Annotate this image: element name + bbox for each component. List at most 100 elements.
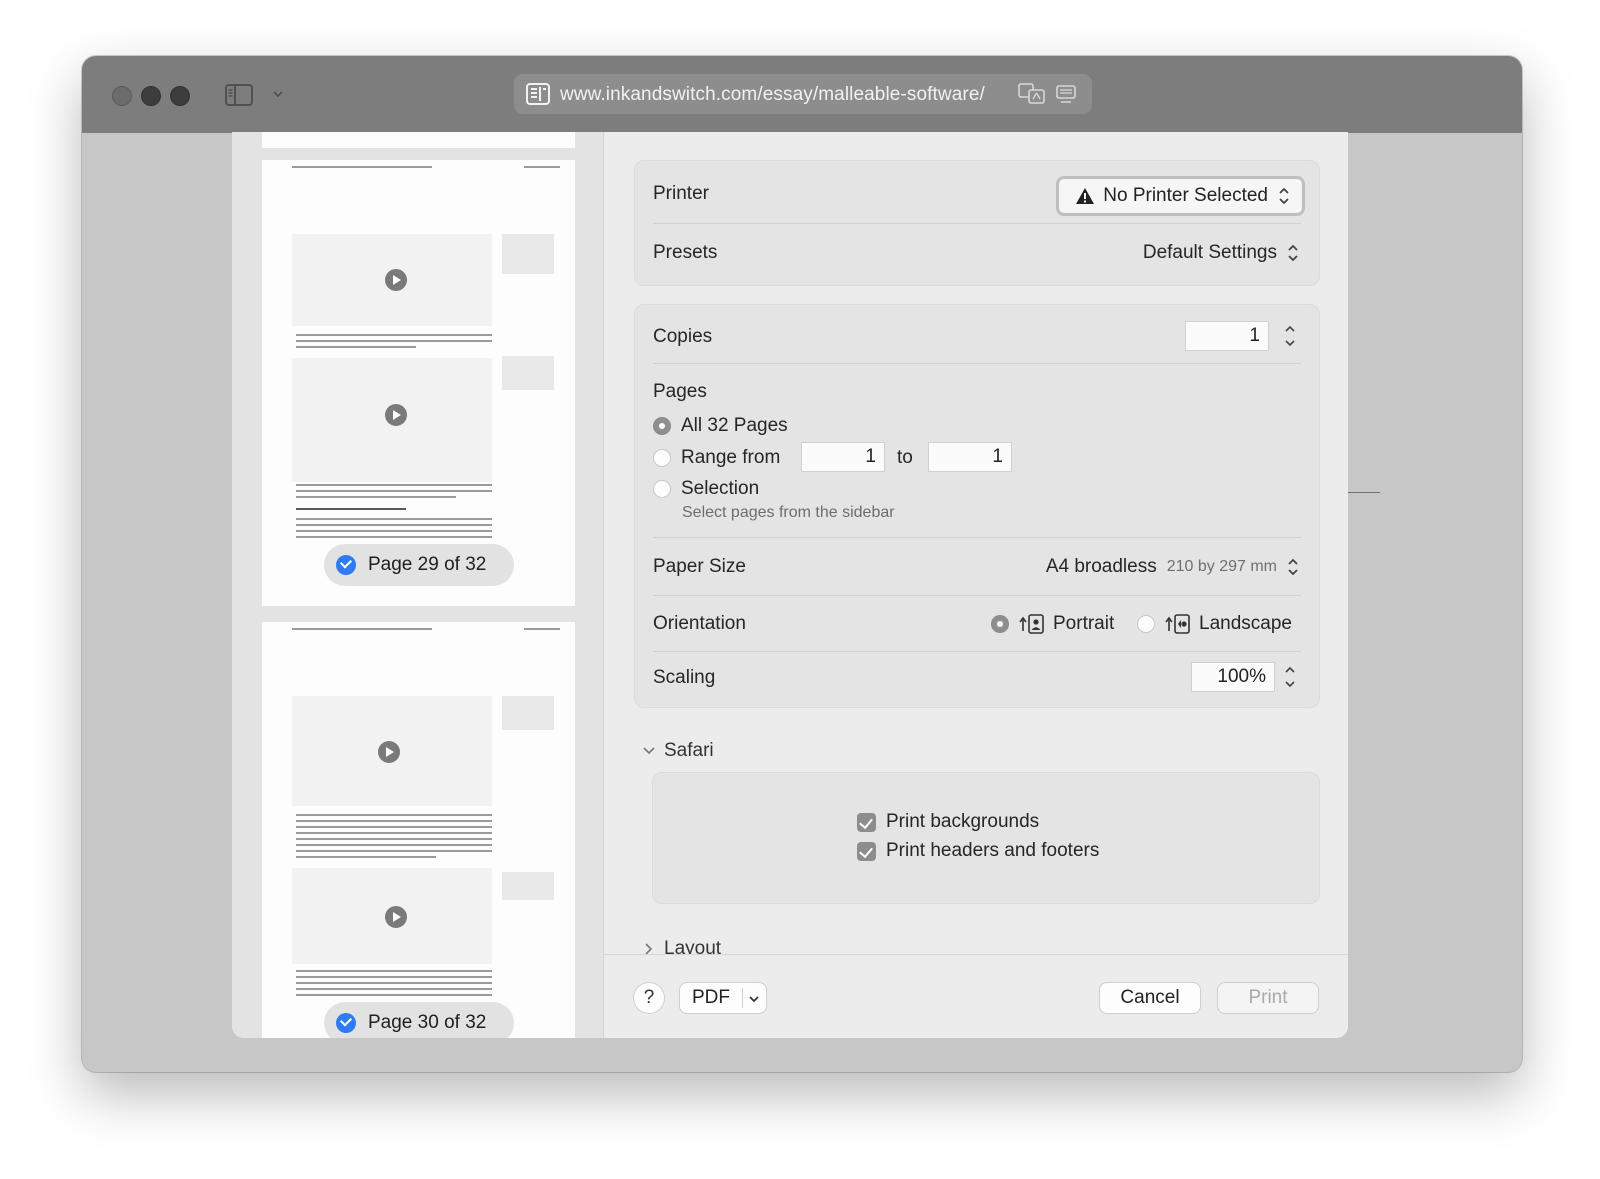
scaling-stepper[interactable]: [1281, 663, 1299, 691]
copies-label: Copies: [653, 326, 713, 347]
layout-section-header[interactable]: Layout: [642, 938, 721, 954]
title-bar: www.inkandswitch.com/essay/malleable-sof…: [82, 56, 1522, 133]
page-30-label[interactable]: Page 30 of 32: [324, 1002, 515, 1038]
warning-icon: [1076, 188, 1095, 204]
radio-range[interactable]: [653, 449, 671, 467]
thumb-text-line: [296, 976, 492, 978]
print-dialog: Page 29 of 32 Page 30 of 32 Printer No P…: [232, 132, 1348, 1038]
copies-stepper[interactable]: [1281, 322, 1299, 350]
thumb-text-line: [296, 982, 492, 984]
scaling-label: Scaling: [653, 667, 716, 688]
minimize-window-button[interactable]: [141, 86, 161, 106]
thumb-text-line: [296, 988, 492, 990]
divider: [653, 537, 1301, 538]
thumb-margin-note: [502, 356, 554, 390]
divider: [653, 363, 1301, 364]
updown-chevron-icon: [1288, 244, 1298, 262]
paper-size-dims: 210 by 297 mm: [1166, 558, 1277, 575]
thumb-text-line: [296, 838, 492, 840]
print-button[interactable]: Print: [1218, 983, 1318, 1013]
sidebar-toggle-icon[interactable]: [225, 84, 253, 106]
close-window-button[interactable]: [112, 86, 132, 106]
pdf-menu-button[interactable]: PDF: [680, 983, 766, 1013]
chevron-right-icon: [645, 943, 653, 954]
thumb-text-line: [296, 820, 492, 822]
chevron-down-icon: [749, 996, 759, 1003]
play-icon: [385, 404, 407, 426]
thumb-text-line: [296, 334, 492, 336]
thumb-header-line: [524, 628, 560, 630]
print-headers-footers-checkbox[interactable]: [857, 841, 876, 861]
updown-chevron-icon: [1288, 558, 1298, 576]
thumb-text-line: [296, 346, 416, 348]
divider: [653, 595, 1301, 596]
print-backgrounds-checkbox[interactable]: [857, 812, 876, 832]
thumb-margin-note: [502, 234, 554, 274]
print-headers-footers-option[interactable]: Print headers and footers: [857, 840, 1099, 862]
paper-size-popup[interactable]: A4 broadless 210 by 297 mm: [1046, 556, 1299, 578]
page-options-group: Copies 1 Pages All 32 Pages Range from 1: [634, 304, 1320, 708]
pages-range-option[interactable]: Range from: [653, 447, 780, 469]
page-thumbnail-29[interactable]: Page 29 of 32: [262, 160, 575, 606]
device-icon[interactable]: [1056, 84, 1076, 104]
checkmark-icon: [336, 1013, 356, 1033]
play-icon: [385, 906, 407, 928]
pages-label: Pages: [653, 381, 707, 402]
page-thumbnail-partial: [262, 132, 575, 148]
radio-selection[interactable]: [653, 480, 671, 498]
thumb-text-line: [296, 536, 492, 538]
portrait-icon: [1019, 614, 1044, 634]
range-from-field[interactable]: 1: [801, 442, 885, 472]
help-button[interactable]: ?: [634, 983, 664, 1013]
updown-chevron-icon: [1279, 187, 1289, 205]
thumb-text-line: [296, 850, 492, 852]
orientation-landscape-option[interactable]: Landscape: [1137, 613, 1292, 635]
pages-all-option[interactable]: All 32 Pages: [653, 415, 788, 437]
thumb-text-line: [296, 518, 492, 520]
printer-popup[interactable]: No Printer Selected: [1056, 176, 1305, 216]
print-settings-panel: Printer No Printer Selected Presets Defa…: [604, 132, 1348, 954]
print-backgrounds-option[interactable]: Print backgrounds: [857, 811, 1039, 833]
thumb-margin-note: [502, 696, 554, 730]
printer-label: Printer: [653, 183, 709, 204]
safari-section-header[interactable]: Safari: [642, 740, 714, 762]
pages-selection-option[interactable]: Selection: [653, 478, 759, 500]
page-29-label[interactable]: Page 29 of 32: [324, 544, 515, 586]
play-icon: [378, 741, 400, 763]
orientation-label: Orientation: [653, 613, 746, 634]
copies-field[interactable]: 1: [1185, 321, 1269, 351]
selection-hint: Select pages from the sidebar: [682, 504, 895, 521]
thumb-text-line: [296, 826, 492, 828]
address-bar[interactable]: www.inkandswitch.com/essay/malleable-sof…: [514, 74, 1092, 114]
chevron-down-icon[interactable]: [272, 88, 284, 100]
range-to-field[interactable]: 1: [928, 442, 1012, 472]
page-thumbnail-30[interactable]: Page 30 of 32: [262, 622, 575, 1038]
cancel-button[interactable]: Cancel: [1100, 983, 1200, 1013]
page-rule: [1344, 492, 1380, 493]
thumb-heading-line: [296, 508, 406, 510]
dialog-footer: ? PDF Cancel Print: [604, 954, 1348, 1038]
zoom-window-button[interactable]: [170, 86, 190, 106]
orientation-portrait-option[interactable]: Portrait: [991, 613, 1114, 635]
pdf-separator: [742, 988, 743, 1008]
radio-portrait[interactable]: [991, 615, 1009, 633]
thumb-text-line: [296, 490, 492, 492]
thumb-text-line: [296, 994, 492, 996]
url-text: www.inkandswitch.com/essay/malleable-sof…: [560, 84, 985, 105]
checkmark-icon: [336, 555, 356, 575]
scaling-field[interactable]: 100%: [1191, 662, 1275, 692]
printer-group: Printer No Printer Selected Presets Defa…: [634, 160, 1320, 286]
radio-all-pages[interactable]: [653, 417, 671, 435]
safari-options-group: Print backgrounds Print headers and foot…: [652, 772, 1320, 904]
play-icon: [385, 269, 407, 291]
page-thumbnail-sidebar[interactable]: Page 29 of 32 Page 30 of 32: [232, 132, 604, 1038]
translate-icon[interactable]: [1018, 83, 1046, 105]
thumb-header-line: [524, 166, 560, 168]
radio-landscape[interactable]: [1137, 615, 1155, 633]
thumb-header-line: [292, 166, 432, 168]
presets-label: Presets: [653, 242, 718, 263]
presets-popup[interactable]: Default Settings: [1143, 242, 1299, 264]
reader-icon[interactable]: [526, 83, 550, 105]
paper-size-label: Paper Size: [653, 556, 746, 577]
thumb-text-line: [296, 856, 436, 858]
